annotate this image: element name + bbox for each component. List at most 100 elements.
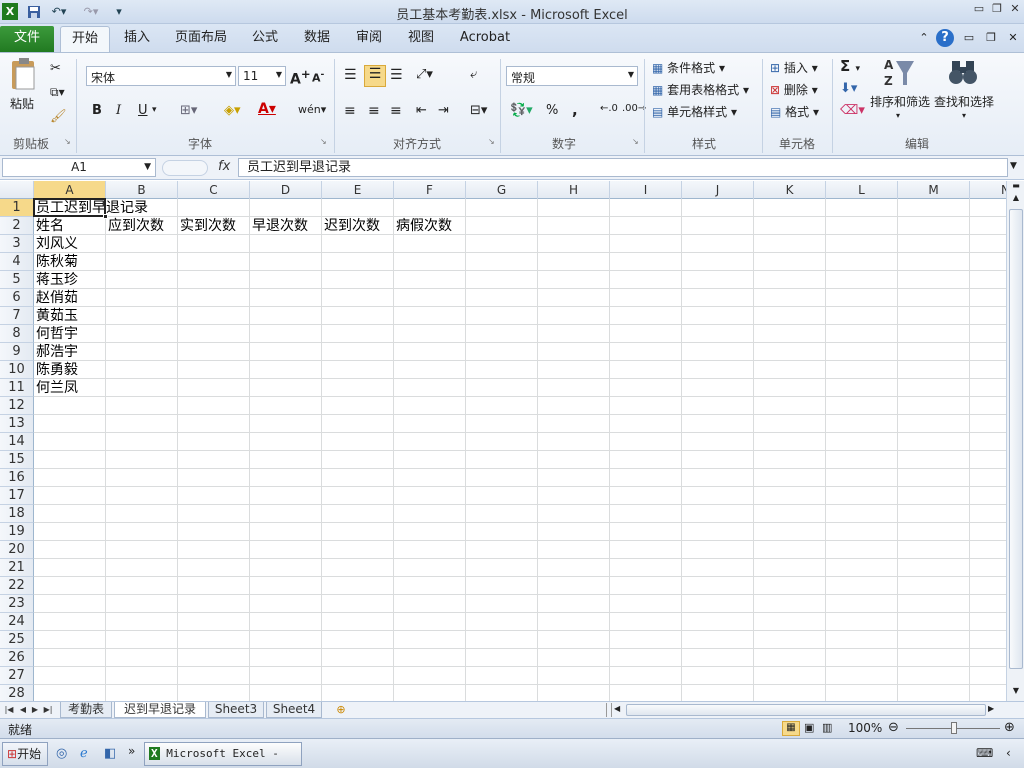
row-header[interactable]: 7 <box>0 307 34 325</box>
cell-styles-button[interactable]: ▤ 单元格样式 ▾ <box>652 103 737 120</box>
column-header[interactable]: I <box>610 181 682 199</box>
doc-minimize-icon[interactable]: ▭ <box>962 26 976 52</box>
row-header[interactable]: 22 <box>0 577 34 595</box>
cell-f2[interactable]: 病假次数 <box>394 217 452 235</box>
cell-a10[interactable]: 陈勇毅 <box>34 361 78 379</box>
show-desktop-icon[interactable]: ◎ <box>56 746 67 761</box>
horizontal-scroll-thumb[interactable] <box>626 704 986 716</box>
row-header[interactable]: 27 <box>0 667 34 685</box>
scroll-up-icon[interactable]: ▲ <box>1008 193 1024 207</box>
cell-a3[interactable]: 刘风义 <box>34 235 78 253</box>
conditional-format-button[interactable]: ▦ 条件格式 ▾ <box>652 59 725 76</box>
zoom-in-icon[interactable]: ⊕ <box>1004 720 1015 735</box>
column-header[interactable]: G <box>466 181 538 199</box>
alignment-launcher-icon[interactable]: ↘ <box>488 137 495 146</box>
number-format-combo[interactable]: 常规 ▼ <box>506 66 638 86</box>
cell-c2[interactable]: 实到次数 <box>178 217 236 235</box>
fill-handle[interactable] <box>103 214 108 219</box>
restore-icon[interactable]: ❐ <box>990 3 1004 15</box>
row-header[interactable]: 13 <box>0 415 34 433</box>
column-header[interactable]: J <box>682 181 754 199</box>
row-header[interactable]: 9 <box>0 343 34 361</box>
tab-acrobat[interactable]: Acrobat <box>456 26 514 52</box>
row-header[interactable]: 16 <box>0 469 34 487</box>
sort-filter-button[interactable]: 排序和筛选 <box>870 93 930 110</box>
start-button[interactable]: ⊞开始 <box>2 742 48 766</box>
fill-icon[interactable]: ⬇▾ <box>840 81 857 96</box>
column-header[interactable]: M <box>898 181 970 199</box>
cell-a11[interactable]: 何兰凤 <box>34 379 78 397</box>
keyboard-icon[interactable]: ⌨ <box>976 746 993 760</box>
select-all-corner[interactable] <box>0 181 34 199</box>
row-header[interactable]: 11 <box>0 379 34 397</box>
align-center-icon[interactable]: ≡ <box>368 103 380 119</box>
merge-center-icon[interactable]: ⊟▾ <box>470 103 487 118</box>
percent-button[interactable]: % <box>546 103 558 118</box>
clear-icon[interactable]: ⌫▾ <box>840 103 865 118</box>
row-header[interactable]: 23 <box>0 595 34 613</box>
zoom-level[interactable]: 100% <box>848 721 882 735</box>
clipboard-launcher-icon[interactable]: ↘ <box>64 137 71 146</box>
cell-b2[interactable]: 应到次数 <box>106 217 164 235</box>
worksheet-grid[interactable]: ABCDEFGHIJKLMN 1 2 3 4 5 6 7 8 9 10 11 12 13 14 15 16 17… <box>0 181 1006 701</box>
minimize-ribbon-icon[interactable]: ⌃ <box>916 26 932 52</box>
comma-button[interactable]: , <box>572 101 578 119</box>
insert-sheet-icon[interactable]: ⊕ <box>326 702 356 718</box>
sheet-tab[interactable]: Sheet4 <box>266 702 322 718</box>
doc-restore-icon[interactable]: ❐ <box>984 26 998 52</box>
name-box[interactable]: A1 ▼ <box>2 158 156 177</box>
first-sheet-icon[interactable]: |◀ <box>4 702 14 718</box>
column-header[interactable]: H <box>538 181 610 199</box>
underline-button[interactable]: U <box>138 103 148 118</box>
font-launcher-icon[interactable]: ↘ <box>320 137 327 146</box>
minimize-icon[interactable]: ▭ <box>972 3 986 15</box>
paste-button[interactable]: 粘贴 <box>10 95 34 112</box>
tab-file[interactable]: 文件 <box>0 26 54 52</box>
column-header[interactable]: A <box>34 181 106 199</box>
row-header[interactable]: 1 <box>0 199 34 217</box>
border-icon[interactable]: ⊞▾ <box>180 103 197 118</box>
row-header[interactable]: 5 <box>0 271 34 289</box>
align-middle-icon[interactable]: ☰ <box>364 65 386 87</box>
prev-sheet-icon[interactable]: ◀ <box>18 702 28 718</box>
italic-button[interactable]: I <box>116 103 121 118</box>
sheet-tab[interactable]: Sheet3 <box>208 702 264 718</box>
row-header[interactable]: 10 <box>0 361 34 379</box>
scroll-left-icon[interactable]: ◀ <box>614 704 622 713</box>
row-header[interactable]: 2 <box>0 217 34 235</box>
cell-a1[interactable]: 员工迟到早退记录 <box>34 199 148 217</box>
delete-cells-button[interactable]: ⊠ 删除 ▾ <box>770 81 818 98</box>
currency-icon[interactable]: 💱▾ <box>510 103 533 118</box>
expand-formula-icon[interactable]: ▼ <box>1010 161 1017 171</box>
grow-font-icon[interactable]: A+ <box>290 67 311 88</box>
increase-decimal-icon[interactable]: ←.0 <box>600 103 618 114</box>
row-header[interactable]: 26 <box>0 649 34 667</box>
sheet-tab[interactable]: 考勤表 <box>60 702 112 718</box>
sort-filter-icon[interactable]: AZ <box>882 55 916 89</box>
scroll-right-icon[interactable]: ▶ <box>988 704 996 713</box>
vertical-scrollbar[interactable]: ▬ ▲ ▼ <box>1006 181 1024 701</box>
paste-icon[interactable] <box>8 57 42 97</box>
cell-a6[interactable]: 赵俏茹 <box>34 289 78 307</box>
fill-color-icon[interactable]: ◈▾ <box>224 103 241 118</box>
page-break-view-icon[interactable]: ▥ <box>822 721 832 734</box>
tab-insert[interactable]: 插入 <box>118 26 156 52</box>
number-launcher-icon[interactable]: ↘ <box>632 137 639 146</box>
tab-home[interactable]: 开始 <box>60 26 110 52</box>
row-header[interactable]: 18 <box>0 505 34 523</box>
phonetic-icon[interactable]: wén▾ <box>298 103 326 116</box>
increase-indent-icon[interactable]: ⇥ <box>438 103 449 118</box>
more-icons[interactable]: » <box>128 744 135 758</box>
align-top-icon[interactable]: ☰ <box>344 67 357 83</box>
cell-a8[interactable]: 何哲宇 <box>34 325 78 343</box>
tray-expand-icon[interactable]: ‹ <box>1006 746 1011 760</box>
wrap-text-icon[interactable]: ⤶ <box>470 67 477 82</box>
copy-icon[interactable]: ⧉▾ <box>50 85 65 100</box>
font-size-combo[interactable]: 11 ▼ <box>238 66 286 86</box>
row-header[interactable]: 6 <box>0 289 34 307</box>
normal-view-icon[interactable]: ▦ <box>782 721 800 736</box>
cell-d2[interactable]: 早退次数 <box>250 217 308 235</box>
cell-a9[interactable]: 郝浩宇 <box>34 343 78 361</box>
cell-a4[interactable]: 陈秋菊 <box>34 253 78 271</box>
column-header[interactable]: F <box>394 181 466 199</box>
